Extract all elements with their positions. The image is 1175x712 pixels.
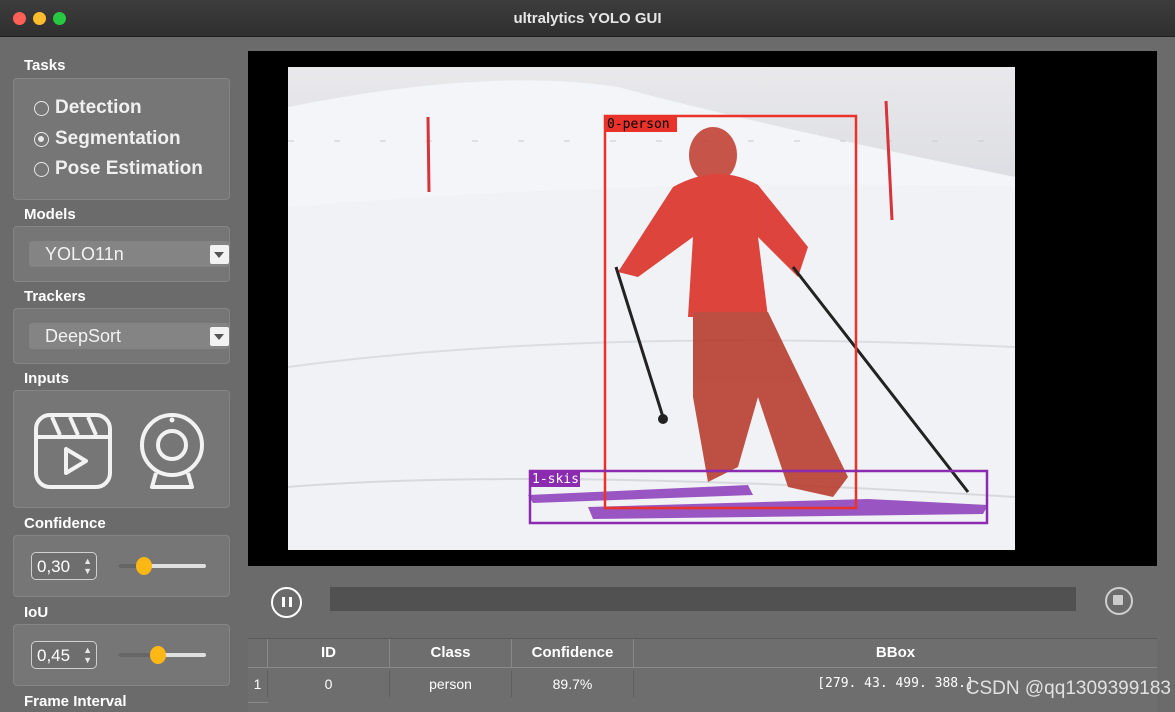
model-select[interactable]: YOLO11n (29, 241, 229, 267)
tracker-select[interactable]: DeepSort (29, 323, 229, 349)
trackers-panel: DeepSort (13, 308, 230, 364)
task-detection-radio[interactable]: Detection (34, 96, 142, 120)
radio-indicator (34, 161, 49, 177)
table-cell-id[interactable]: 0 (268, 671, 390, 697)
table-cell-class[interactable]: person (390, 671, 512, 697)
iou-value: 0,45 (37, 646, 71, 665)
video-display: 0-person 1-skis (248, 51, 1157, 566)
models-label: Models (24, 206, 76, 223)
task-pose-label: Pose Estimation (55, 158, 203, 179)
iou-slider[interactable] (118, 646, 206, 664)
skis-detection-label: 1-skis (532, 472, 579, 487)
confidence-slider[interactable] (118, 557, 206, 575)
table-header-id[interactable]: ID (268, 639, 390, 667)
radio-indicator-selected (34, 131, 49, 147)
task-pose-radio[interactable]: Pose Estimation (34, 157, 203, 181)
webcam-icon[interactable] (134, 409, 210, 493)
tracker-select-value: DeepSort (45, 326, 122, 346)
progress-bar[interactable] (330, 587, 1076, 611)
table-header-class[interactable]: Class (390, 639, 512, 667)
task-segmentation-label: Segmentation (55, 128, 181, 149)
stop-button[interactable] (1105, 587, 1133, 615)
pause-icon (282, 597, 285, 607)
confidence-label: Confidence (24, 515, 106, 532)
pause-button[interactable] (271, 587, 302, 618)
video-frame: 0-person 1-skis (288, 67, 1015, 550)
header-separator (248, 667, 1157, 668)
table-row-index[interactable]: 1 (248, 671, 268, 697)
table-cell-confidence[interactable]: 89.7% (512, 671, 634, 697)
csdn-watermark: CSDN @qq1309399183 (965, 678, 1171, 699)
confidence-panel: 0,30 ▲ ▼ (13, 535, 230, 597)
stop-icon (1113, 595, 1123, 605)
inputs-label: Inputs (24, 370, 69, 387)
task-segmentation-radio[interactable]: Segmentation (34, 127, 181, 151)
title-bar: ultralytics YOLO GUI (0, 0, 1175, 37)
window-title: ultralytics YOLO GUI (513, 10, 662, 27)
spin-arrows-icon[interactable]: ▲ ▼ (83, 556, 92, 576)
tasks-label: Tasks (24, 57, 66, 74)
ski-scene-image: 0-person 1-skis (288, 67, 1015, 550)
video-file-icon[interactable] (32, 411, 114, 491)
tasks-panel: Detection Segmentation Pose Estimation (13, 78, 230, 200)
table-header-index (248, 639, 268, 667)
iou-panel: 0,45 ▲ ▼ (13, 624, 230, 686)
person-detection-label: 0-person (607, 117, 670, 132)
trackers-label: Trackers (24, 288, 86, 305)
chevron-down-icon[interactable] (210, 327, 229, 346)
models-panel: YOLO11n (13, 226, 230, 282)
task-detection-label: Detection (55, 97, 142, 118)
table-header-confidence[interactable]: Confidence (512, 639, 634, 667)
iou-slider-handle[interactable] (149, 646, 166, 664)
row-separator (248, 702, 268, 703)
spin-arrows-icon[interactable]: ▲ ▼ (83, 645, 92, 665)
chevron-down-icon[interactable] (210, 245, 229, 264)
results-table: ID Class Confidence BBox 1 0 person 89.7… (248, 638, 1157, 712)
model-select-value: YOLO11n (45, 244, 124, 264)
iou-label: IoU (24, 604, 49, 621)
radio-indicator (34, 100, 49, 116)
inputs-panel (13, 390, 230, 508)
confidence-slider-handle[interactable] (136, 557, 153, 575)
frame-interval-label: Frame Interval (24, 693, 127, 710)
pause-icon-bar (289, 597, 292, 607)
table-header-bbox[interactable]: BBox (634, 639, 1157, 667)
confidence-value: 0,30 (37, 557, 71, 576)
iou-spinbox[interactable]: 0,45 ▲ ▼ (31, 641, 97, 669)
confidence-spinbox[interactable]: 0,30 ▲ ▼ (31, 552, 97, 580)
